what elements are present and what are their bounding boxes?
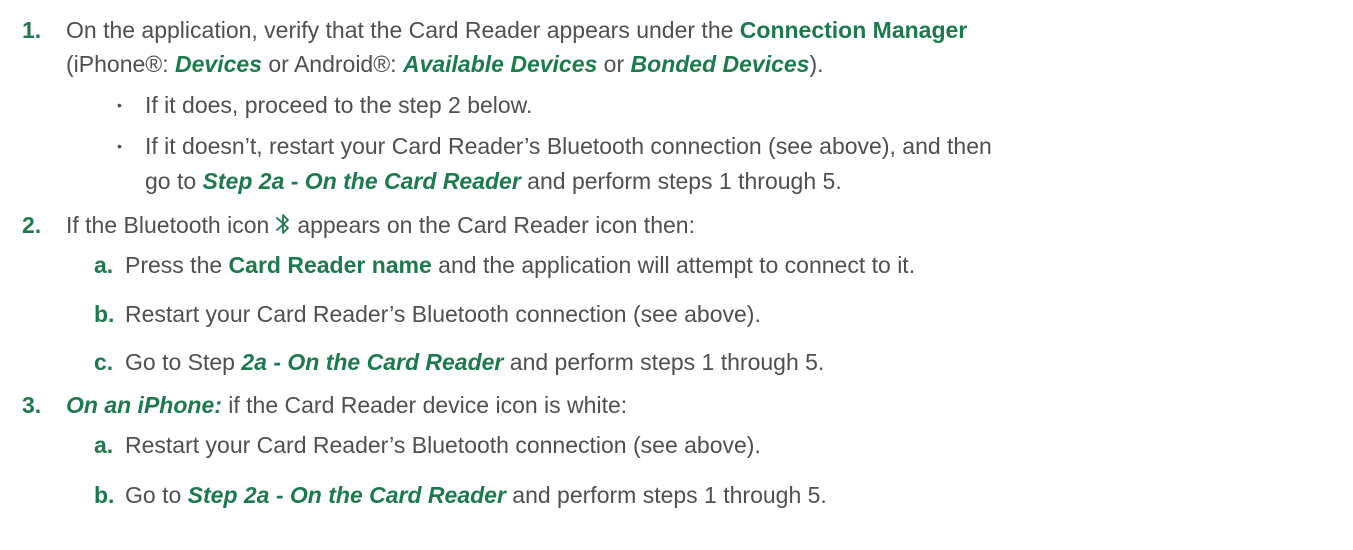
substep-letter: a.: [94, 252, 114, 278]
step-1-line-2: (iPhone®: Devices or Android®: Available…: [66, 49, 824, 79]
step-text: go to: [145, 168, 203, 194]
step-reference: Step 2a - On the Card Reader: [187, 482, 506, 508]
step-number: 3.: [22, 392, 42, 418]
substep-2b-text: Restart your Card Reader’s Bluetooth con…: [125, 301, 761, 327]
instructions-document: 1. On the application, verify that the C…: [0, 0, 1353, 550]
on-an-iphone-label: On an iPhone:: [66, 392, 222, 418]
step-2-line-1: If the Bluetooth icon appears on the Card…: [66, 210, 695, 240]
bullet: •: [117, 138, 122, 154]
step-text: ).: [809, 51, 824, 77]
step-3-line-1: On an iPhone: if the Card Reader device …: [66, 390, 627, 420]
substep-2c-text: Go to Step 2a - On the Card Reader and p…: [125, 347, 824, 377]
step-number: 2.: [22, 212, 42, 238]
bluetooth-icon: [273, 211, 293, 237]
substep-2a-text: Press the Card Reader name and the appli…: [125, 250, 915, 280]
card-reader-name-label: Card Reader name: [228, 252, 432, 278]
step-text: and perform steps 1 through 5.: [505, 482, 827, 508]
step-text: and the application will attempt to conn…: [431, 252, 916, 278]
step-text: and perform steps 1 through 5.: [503, 349, 825, 375]
step-reference: 2a - On the Card Reader: [241, 349, 504, 375]
step-text: If the Bluetooth icon: [66, 212, 270, 238]
substep-letter: b.: [94, 301, 115, 327]
step-text: if the Card Reader device icon is white:: [221, 392, 628, 418]
step-text: and perform steps 1 through 5.: [520, 168, 842, 194]
step-number: 1.: [22, 17, 42, 43]
substep-letter: c.: [94, 349, 114, 375]
bullet-2-line-2: go to Step 2a - On the Card Reader and p…: [145, 166, 842, 196]
step-1-line-1: On the application, verify that the Card…: [66, 15, 967, 45]
available-devices-label: Available Devices: [402, 51, 598, 77]
substep-3b-text: Go to Step 2a - On the Card Reader and p…: [125, 480, 827, 510]
bullet: •: [117, 97, 122, 113]
step-text: Press the: [125, 252, 229, 278]
step-text: or: [597, 51, 631, 77]
bullet-1-text: If it does, proceed to the step 2 below.: [145, 92, 533, 118]
bonded-devices-label: Bonded Devices: [630, 51, 810, 77]
step-text: On the application, verify that the Card…: [66, 17, 740, 43]
step-reference: Step 2a - On the Card Reader: [202, 168, 521, 194]
connection-manager-label: Connection Manager: [739, 17, 968, 43]
bullet-2-line-1: If it doesn’t, restart your Card Reader’…: [145, 133, 992, 159]
step-text: appears on the Card Reader icon then:: [297, 212, 695, 238]
substep-letter: b.: [94, 482, 115, 508]
substep-letter: a.: [94, 432, 114, 458]
step-text: (iPhone®:: [66, 51, 176, 77]
step-text: or Android®:: [261, 51, 403, 77]
devices-label: Devices: [175, 51, 262, 77]
step-text: Go to Step: [125, 349, 242, 375]
step-text: Go to: [125, 482, 188, 508]
substep-3a-text: Restart your Card Reader’s Bluetooth con…: [125, 432, 761, 458]
